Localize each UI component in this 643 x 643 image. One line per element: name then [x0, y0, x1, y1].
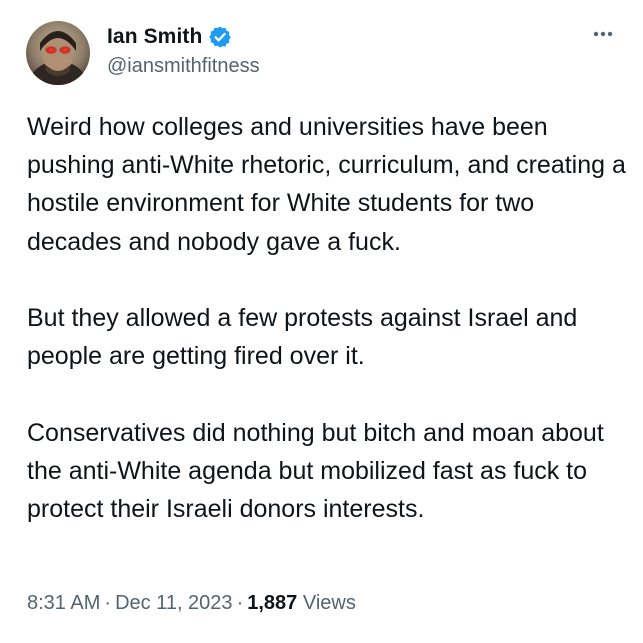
tweet-card: Ian Smith @iansmithfitness Weird how col…	[0, 0, 643, 643]
tweet-paragraph: Weird how colleges and universities have…	[27, 113, 626, 256]
author-display-name[interactable]: Ian Smith	[107, 25, 202, 49]
author-row: Ian Smith	[107, 22, 232, 52]
tweet-paragraph: Conservatives did nothing but bitch and …	[27, 418, 604, 523]
avatar-image	[26, 21, 90, 85]
views-count[interactable]: 1,887	[247, 592, 297, 614]
tweet-date[interactable]: Dec 11, 2023	[115, 592, 233, 614]
more-options-button[interactable]	[587, 22, 619, 46]
author-handle[interactable]: @iansmithfitness	[107, 55, 260, 78]
views-label: Views	[302, 592, 356, 614]
tweet-meta: 8:31 AM · Dec 11, 2023 · 1,887 Views	[27, 592, 356, 615]
tweet-paragraph: But they allowed a few protests against …	[27, 304, 578, 371]
verified-badge-icon[interactable]	[208, 25, 232, 49]
tweet-text: Weird how colleges and universities have…	[27, 108, 627, 528]
meta-separator: ·	[104, 592, 112, 614]
tweet-time[interactable]: 8:31 AM	[27, 592, 100, 614]
meta-separator: ·	[236, 592, 244, 614]
more-horizontal-icon	[593, 31, 613, 37]
avatar[interactable]	[26, 21, 90, 85]
